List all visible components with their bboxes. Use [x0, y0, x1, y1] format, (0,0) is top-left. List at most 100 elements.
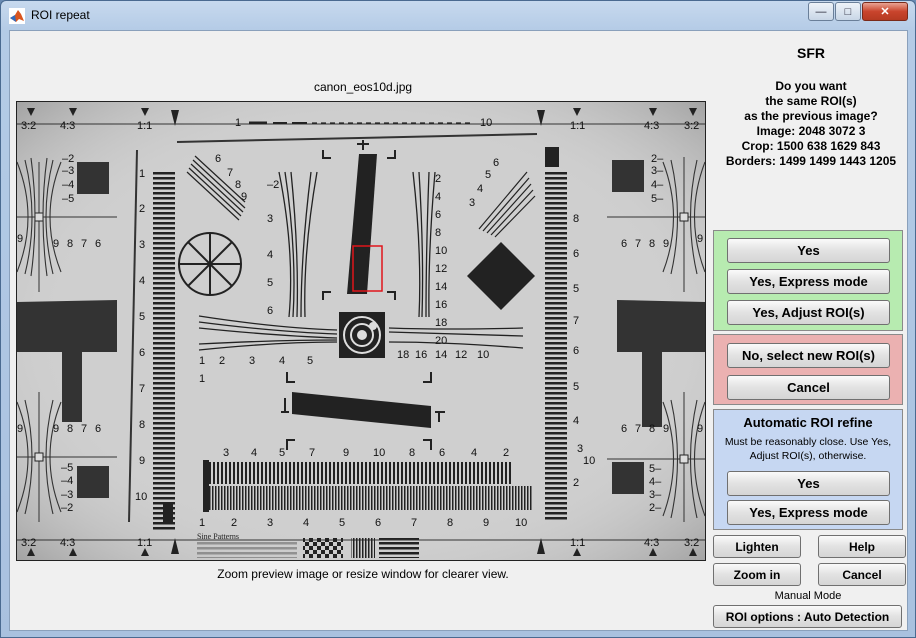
svg-text:4: 4 — [573, 415, 579, 427]
svg-text:5: 5 — [139, 311, 145, 323]
zoom-in-button[interactable]: Zoom in — [713, 563, 801, 586]
svg-text:4:3: 4:3 — [60, 120, 75, 132]
svg-text:9: 9 — [53, 238, 59, 250]
svg-text:3: 3 — [267, 517, 273, 529]
svg-text:9: 9 — [17, 233, 23, 245]
svg-text:2–: 2– — [651, 153, 664, 165]
zoom-hint: Zoom preview image or resize window for … — [217, 567, 509, 581]
border-values: Borders: 1499 1499 1443 1205 — [725, 154, 897, 168]
help-button[interactable]: Help — [818, 535, 906, 558]
svg-text:–5: –5 — [62, 193, 74, 205]
svg-text:2–: 2– — [649, 502, 662, 514]
svg-text:4: 4 — [303, 517, 309, 529]
svg-text:3–: 3– — [651, 165, 664, 177]
svg-text:10: 10 — [373, 447, 385, 459]
svg-text:9: 9 — [697, 423, 703, 435]
svg-text:6: 6 — [139, 347, 145, 359]
svg-text:Sine Patterns: Sine Patterns — [197, 532, 239, 541]
roi-options-button[interactable]: ROI options : Auto Detection — [713, 605, 902, 628]
lighten-button[interactable]: Lighten — [713, 535, 801, 558]
svg-text:8: 8 — [235, 179, 241, 191]
svg-text:2: 2 — [503, 447, 509, 459]
svg-text:2: 2 — [139, 203, 145, 215]
svg-text:1: 1 — [199, 517, 205, 529]
svg-text:3: 3 — [223, 447, 229, 459]
svg-text:18: 18 — [435, 317, 447, 329]
svg-text:4–: 4– — [649, 476, 662, 488]
minimize-button[interactable]: — — [808, 2, 834, 21]
svg-text:5: 5 — [485, 169, 491, 181]
svg-text:9: 9 — [663, 238, 669, 250]
svg-text:7: 7 — [227, 167, 233, 179]
svg-text:5–: 5– — [651, 193, 664, 205]
svg-text:5: 5 — [573, 381, 579, 393]
svg-text:4: 4 — [251, 447, 257, 459]
svg-text:6: 6 — [435, 209, 441, 221]
svg-text:14: 14 — [435, 349, 447, 361]
svg-text:9: 9 — [663, 423, 669, 435]
svg-text:2: 2 — [573, 477, 579, 489]
client-area: canon_eos10d.jpg 3:2 4:3 1:1 1:1 4:3 3:2… — [9, 30, 908, 631]
close-button[interactable]: ✕ — [862, 2, 908, 21]
title-bar: ROI repeat — □ ✕ — [1, 1, 915, 29]
reuse-roi-panel: Yes Yes, Express mode Yes, Adjust ROI(s) — [713, 230, 903, 331]
svg-text:5: 5 — [573, 283, 579, 295]
auto-refine-title: Automatic ROI refine — [743, 415, 873, 430]
svg-text:6: 6 — [95, 238, 101, 250]
svg-text:–3: –3 — [62, 165, 74, 177]
question-line-1: Do you want — [775, 79, 847, 93]
svg-text:8: 8 — [573, 213, 579, 225]
refine-yes-button[interactable]: Yes — [727, 471, 890, 496]
image-filename: canon_eos10d.jpg — [313, 80, 413, 94]
svg-text:4: 4 — [471, 447, 477, 459]
svg-text:10: 10 — [435, 245, 447, 257]
cancel-button[interactable]: Cancel — [727, 375, 890, 400]
svg-text:7: 7 — [139, 383, 145, 395]
svg-text:3: 3 — [249, 355, 255, 367]
svg-text:10: 10 — [477, 349, 489, 361]
svg-text:9: 9 — [241, 191, 247, 203]
yes-express-button[interactable]: Yes, Express mode — [727, 269, 890, 294]
svg-text:14: 14 — [435, 281, 447, 293]
svg-text:7: 7 — [573, 315, 579, 327]
svg-text:9: 9 — [139, 455, 145, 467]
yes-button[interactable]: Yes — [727, 238, 890, 263]
svg-text:5: 5 — [307, 355, 313, 367]
svg-text:4: 4 — [267, 249, 273, 261]
preview-image[interactable]: 3:2 4:3 1:1 1:1 4:3 3:2 3:2 4:3 1:1 1:1 … — [16, 101, 706, 561]
select-new-roi-button[interactable]: No, select new ROI(s) — [727, 343, 890, 368]
svg-text:12: 12 — [455, 349, 467, 361]
svg-text:4:3: 4:3 — [644, 537, 659, 549]
svg-text:–4: –4 — [61, 475, 73, 487]
svg-text:–3: –3 — [61, 489, 73, 501]
refine-express-button[interactable]: Yes, Express mode — [727, 500, 890, 525]
svg-text:5: 5 — [279, 447, 285, 459]
svg-text:3:2: 3:2 — [21, 120, 36, 132]
svg-text:9: 9 — [343, 447, 349, 459]
svg-text:–2: –2 — [267, 179, 279, 191]
window-title: ROI repeat — [31, 8, 90, 22]
svg-text:3: 3 — [577, 443, 583, 455]
maximize-button[interactable]: □ — [835, 2, 861, 21]
svg-text:8: 8 — [409, 447, 415, 459]
crop-values: Crop: 1500 638 1629 843 — [741, 139, 881, 153]
svg-text:12: 12 — [435, 263, 447, 275]
svg-text:1:1: 1:1 — [137, 120, 152, 132]
svg-text:4:3: 4:3 — [60, 537, 75, 549]
svg-text:3: 3 — [267, 213, 273, 225]
svg-text:6: 6 — [267, 305, 273, 317]
svg-text:5–: 5– — [649, 463, 662, 475]
svg-text:7: 7 — [411, 517, 417, 529]
svg-text:6: 6 — [573, 248, 579, 260]
svg-text:6: 6 — [573, 345, 579, 357]
svg-text:3:2: 3:2 — [684, 120, 699, 132]
svg-text:7: 7 — [309, 447, 315, 459]
yes-adjust-roi-button[interactable]: Yes, Adjust ROI(s) — [727, 300, 890, 325]
svg-text:3:2: 3:2 — [684, 537, 699, 549]
svg-text:5: 5 — [339, 517, 345, 529]
svg-text:9: 9 — [697, 233, 703, 245]
svg-text:6: 6 — [95, 423, 101, 435]
question-line-2: the same ROI(s) — [765, 94, 857, 108]
svg-text:9: 9 — [17, 423, 23, 435]
footer-cancel-button[interactable]: Cancel — [818, 563, 906, 586]
